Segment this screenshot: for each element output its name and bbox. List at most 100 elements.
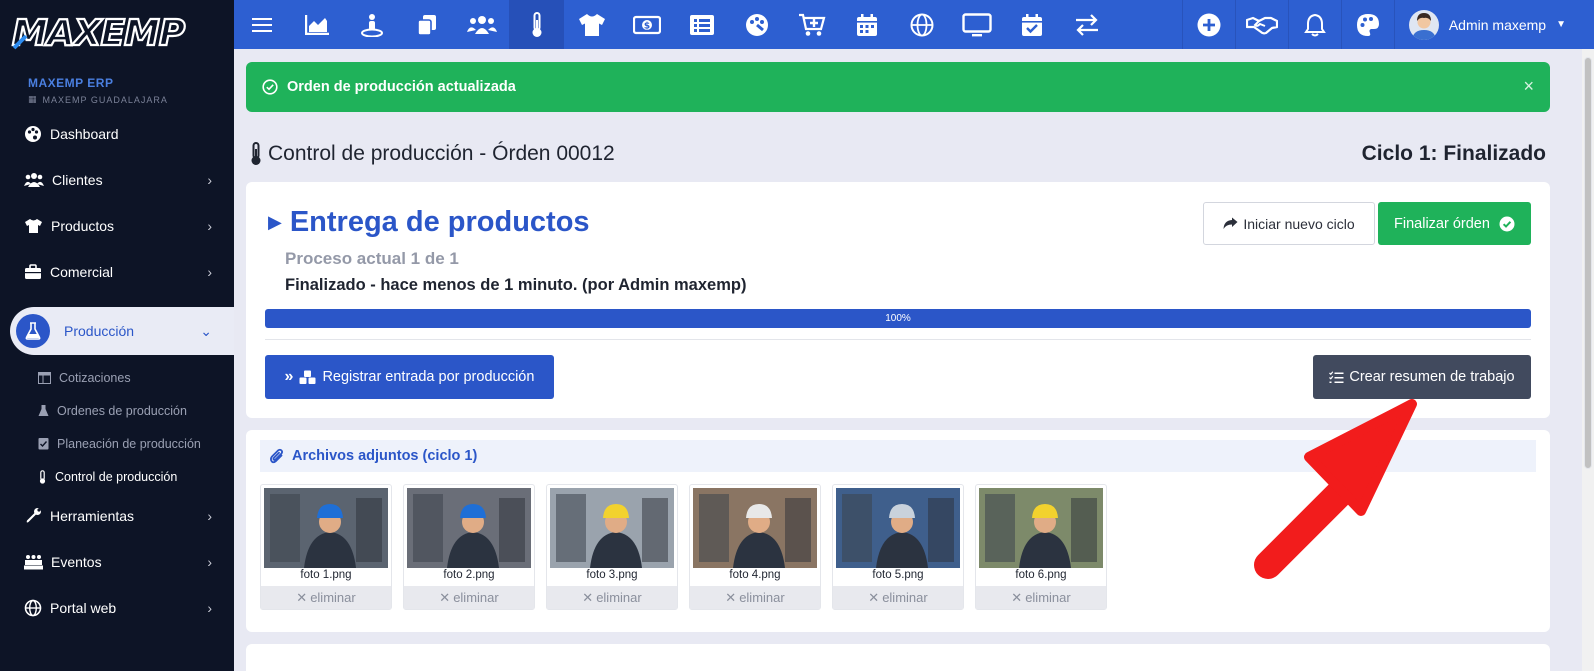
list-icon[interactable] bbox=[674, 0, 729, 49]
delete-attachment-button[interactable]: ✕ eliminar bbox=[261, 586, 391, 609]
success-alert: Orden de producción actualizada × bbox=[246, 62, 1550, 112]
delete-label: eliminar bbox=[310, 590, 356, 605]
attachment-filename: foto 1.png bbox=[300, 569, 352, 581]
attachment-item[interactable]: foto 6.png ✕ eliminar bbox=[975, 484, 1107, 610]
attachment-image[interactable] bbox=[407, 488, 531, 568]
delete-attachment-button[interactable]: ✕ eliminar bbox=[833, 586, 963, 609]
process-counter: Proceso actual 1 de 1 bbox=[285, 249, 459, 268]
delete-label: eliminar bbox=[596, 590, 642, 605]
scrollbar[interactable] bbox=[1582, 49, 1594, 671]
attachment-item[interactable]: foto 2.png ✕ eliminar bbox=[403, 484, 535, 610]
transfer-icon[interactable] bbox=[1059, 0, 1114, 49]
finish-order-button[interactable]: Finalizar órden bbox=[1378, 202, 1531, 245]
sidebar-item-label: Portal web bbox=[50, 600, 117, 616]
palette-icon[interactable] bbox=[729, 0, 784, 49]
double-chevron-right-icon: » bbox=[284, 368, 294, 385]
calendar-icon[interactable] bbox=[839, 0, 894, 49]
sidebar-subitem-label: Cotizaciones bbox=[59, 370, 131, 385]
thermometer-icon[interactable] bbox=[509, 0, 564, 49]
person-pin-icon[interactable] bbox=[344, 0, 399, 49]
delete-attachment-button[interactable]: ✕ eliminar bbox=[547, 586, 677, 609]
attachment-image[interactable] bbox=[264, 488, 388, 568]
checklist-icon bbox=[38, 438, 49, 450]
attachment-image[interactable] bbox=[550, 488, 674, 568]
sidebar-item-clientes[interactable]: Clientes › bbox=[0, 157, 234, 203]
money-icon[interactable]: $ bbox=[619, 0, 674, 49]
stage-status: Finalizado - hace menos de 1 minuto. (po… bbox=[285, 276, 747, 294]
delete-attachment-button[interactable]: ✕ eliminar bbox=[690, 586, 820, 609]
list-check-icon bbox=[1329, 370, 1344, 383]
new-cycle-label: Iniciar nuevo ciclo bbox=[1243, 215, 1355, 232]
progress-bar: 100% bbox=[265, 309, 1531, 328]
attachment-filename: foto 2.png bbox=[443, 569, 495, 581]
alert-message: Orden de producción actualizada bbox=[287, 79, 516, 95]
progress-label: 100% bbox=[885, 313, 911, 324]
attachments-title: Archivos adjuntos (ciclo 1) bbox=[292, 448, 478, 464]
sidebar-subitem-planeacion[interactable]: Planeación de producción bbox=[0, 427, 234, 460]
building-icon: ▦ bbox=[28, 94, 38, 104]
org-subtitle: MAXEMP GUADALAJARA bbox=[42, 94, 168, 105]
caret-right-icon: ▶ bbox=[268, 212, 282, 232]
copy-icon[interactable] bbox=[399, 0, 454, 49]
user-name: Admin maxemp bbox=[1448, 16, 1547, 33]
attachment-item[interactable]: foto 4.png ✕ eliminar bbox=[689, 484, 821, 610]
new-cycle-button[interactable]: Iniciar nuevo ciclo bbox=[1203, 202, 1375, 245]
delete-attachment-button[interactable]: ✕ eliminar bbox=[976, 586, 1106, 609]
users-icon[interactable] bbox=[454, 0, 509, 49]
attachment-item[interactable]: foto 3.png ✕ eliminar bbox=[546, 484, 678, 610]
attachment-item[interactable]: foto 5.png ✕ eliminar bbox=[832, 484, 964, 610]
chart-icon[interactable] bbox=[289, 0, 344, 49]
sidebar-item-label: Dashboard bbox=[50, 126, 119, 142]
sidebar-item-comercial[interactable]: Comercial › bbox=[0, 249, 234, 295]
sidebar-item-label: Producción bbox=[64, 323, 135, 339]
palette-icon[interactable] bbox=[1340, 0, 1394, 49]
delete-attachment-button[interactable]: ✕ eliminar bbox=[404, 586, 534, 609]
chevron-down-icon: ⌄ bbox=[200, 322, 212, 339]
flask-icon bbox=[25, 322, 41, 340]
chevron-right-icon: › bbox=[207, 508, 212, 524]
check-circle-icon bbox=[262, 79, 278, 95]
sidebar-item-dashboard[interactable]: Dashboard bbox=[0, 111, 234, 157]
shirt-icon[interactable] bbox=[564, 0, 619, 49]
share-icon bbox=[1223, 217, 1238, 229]
globe-icon bbox=[24, 599, 42, 617]
attachment-filename: foto 3.png bbox=[586, 569, 638, 581]
sidebar-item-eventos[interactable]: Eventos › bbox=[0, 539, 234, 585]
menu-icon[interactable] bbox=[234, 0, 289, 49]
shirt-icon bbox=[25, 219, 42, 233]
cart-plus-icon[interactable] bbox=[784, 0, 839, 49]
chevron-right-icon: › bbox=[207, 172, 212, 188]
handshake-icon[interactable] bbox=[1234, 0, 1288, 49]
sidebar-subitem-control[interactable]: Control de producción bbox=[0, 460, 234, 493]
attachment-image[interactable] bbox=[979, 488, 1103, 568]
delete-label: eliminar bbox=[739, 590, 785, 605]
user-menu[interactable]: Admin maxemp ▼ bbox=[1393, 0, 1594, 49]
sidebar-item-label: Clientes bbox=[52, 172, 103, 188]
logo[interactable]: MAXEMP bbox=[0, 0, 234, 64]
monitor-icon[interactable] bbox=[949, 0, 1004, 49]
sidebar-subitem-label: Planeación de producción bbox=[57, 436, 201, 451]
bell-icon[interactable] bbox=[1287, 0, 1341, 49]
sidebar-subitem-cotizaciones[interactable]: Cotizaciones bbox=[0, 361, 234, 394]
create-summary-button[interactable]: Crear resumen de trabajo bbox=[1313, 355, 1531, 399]
sidebar-subitem-ordenes[interactable]: Ordenes de producción bbox=[0, 394, 234, 427]
calendar-check-icon[interactable] bbox=[1004, 0, 1059, 49]
scrollbar-thumb[interactable] bbox=[1584, 57, 1592, 469]
flask-icon bbox=[38, 405, 49, 416]
sidebar-item-productos[interactable]: Productos › bbox=[0, 203, 234, 249]
page-header: Control de producción - Órden 00012 Cicl… bbox=[250, 140, 1546, 168]
attachment-image[interactable] bbox=[836, 488, 960, 568]
briefcase-icon bbox=[25, 264, 41, 279]
register-entry-button[interactable]: » Registrar entrada por producción bbox=[265, 355, 554, 399]
attachment-filename: foto 6.png bbox=[1015, 569, 1067, 581]
globe-icon[interactable] bbox=[894, 0, 949, 49]
sidebar-item-herramientas[interactable]: Herramientas › bbox=[0, 493, 234, 539]
check-circle-icon bbox=[1499, 216, 1515, 231]
sidebar-item-produccion[interactable]: Producción ⌄ bbox=[10, 307, 234, 355]
attachment-image[interactable] bbox=[693, 488, 817, 568]
close-icon[interactable]: × bbox=[1523, 76, 1534, 97]
plus-circle-icon[interactable] bbox=[1181, 0, 1235, 49]
close-icon: ✕ bbox=[725, 589, 737, 605]
sidebar-item-portal-web[interactable]: Portal web › bbox=[0, 585, 234, 631]
attachment-item[interactable]: foto 1.png ✕ eliminar bbox=[260, 484, 392, 610]
